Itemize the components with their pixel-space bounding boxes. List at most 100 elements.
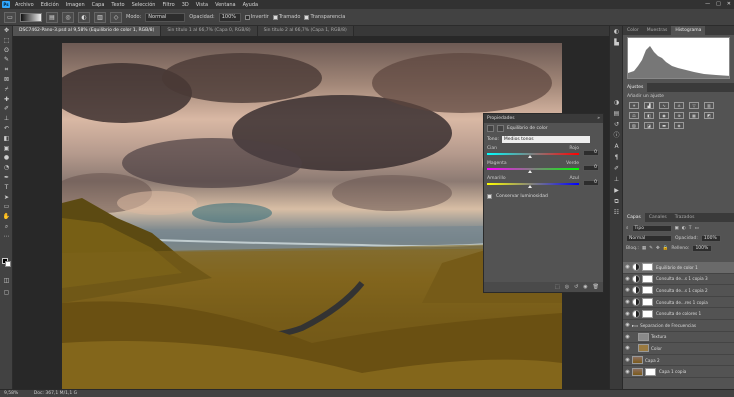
layer-mask-thumb[interactable] [642,274,653,283]
minimize-button[interactable]: — [705,1,710,7]
clip-to-layer-icon[interactable]: ⬚ [555,284,560,290]
paragraph-panel-icon[interactable]: ¶ [611,153,622,163]
layer-mask-thumb[interactable] [642,263,653,272]
mode-select[interactable]: Normal [145,12,186,22]
maximize-button[interactable]: □ [716,1,721,7]
yellow-blue-slider[interactable]: Amarillo Azul 0 [484,175,603,190]
layer-row[interactable]: ◉ Capa 2 [623,355,734,367]
layer-row[interactable]: ◉ Equilibrio de color 1 [623,262,734,274]
info-panel-icon[interactable]: ⓘ [611,131,622,141]
filter-shape-icon[interactable]: ▭ [694,226,698,231]
doc-tab-1[interactable]: DSC7462-Pano-3.psd al 9,58% (Equilibrio … [13,26,162,36]
invert-checkbox[interactable]: Invertir [244,14,269,20]
screen-mode-icon[interactable]: ▢ [0,288,13,298]
cyan-red-track[interactable] [487,153,579,155]
visibility-eye-icon[interactable]: ◉ [623,264,632,270]
visibility-eye-icon[interactable]: ◉ [623,287,632,293]
layer-filter-select[interactable]: Tipo [631,224,672,232]
threshold-icon[interactable]: ◪ [644,122,654,129]
healing-brush-tool-icon[interactable]: ✚ [0,95,13,105]
tab-histogram[interactable]: Histograma [671,26,706,35]
adjustments-panel-icon[interactable]: ◑ [611,98,622,108]
yellow-blue-thumb[interactable] [528,185,532,188]
color-swatches[interactable] [2,258,11,267]
dither-checkbox[interactable]: Tramado [272,14,300,20]
opacity-field[interactable]: 100% [218,12,241,22]
reset-icon[interactable]: ↺ [574,284,578,290]
magenta-green-thumb[interactable] [528,170,532,173]
tone-select[interactable]: Medios tonos [501,136,590,143]
history-panel-icon[interactable]: ↺ [611,120,622,130]
layer-row[interactable]: ◉ Consulta de colores 1 [623,308,734,320]
close-button[interactable]: ✕ [727,1,731,7]
actions-panel-icon[interactable]: ▶ [611,186,622,196]
angle-gradient-icon[interactable]: ◐ [78,11,90,23]
lasso-tool-icon[interactable]: ʘ [0,46,13,56]
background-color[interactable] [5,261,11,267]
move-tool-icon[interactable]: ✥ [0,26,13,36]
collapse-icon[interactable]: » [597,114,600,123]
eyedropper-tool-icon[interactable]: ⌿ [0,85,13,95]
layer-mask-thumb[interactable] [642,286,653,295]
gradient-tool-icon[interactable]: ▭ [4,11,16,23]
visibility-eye-icon[interactable]: ◉ [623,299,632,305]
eraser-tool-icon[interactable]: ◧ [0,134,13,144]
quick-mask-icon[interactable]: ◫ [0,276,13,286]
menu-texto[interactable]: Texto [111,2,124,8]
preserve-luminosity-row[interactable]: Conservar luminosidad [484,192,603,201]
visibility-eye-icon[interactable]: ◉ [623,334,632,340]
more-tools-icon[interactable]: ⋯ [0,232,13,242]
exposure-icon[interactable]: ± [674,102,684,109]
lock-position-icon[interactable]: ✥ [656,246,660,251]
black-white-icon[interactable]: ◧ [644,112,654,119]
filter-adjust-icon[interactable]: ◐ [682,226,686,231]
transparency-checkbox[interactable]: Transparencia [304,14,345,20]
invert-icon[interactable]: ◩ [704,112,714,119]
quick-select-tool-icon[interactable]: ✎ [0,55,13,65]
gradient-map-icon[interactable]: ▬ [659,122,669,129]
lock-transparency-icon[interactable]: ▦ [642,246,646,251]
color-balance-adj-icon[interactable]: ⚖ [629,112,639,119]
layer-mask-icon[interactable] [497,125,504,132]
menu-edicion[interactable]: Edición [41,2,59,8]
hand-tool-icon[interactable]: ✋ [0,212,13,222]
layer-row[interactable]: ◉ Textura [623,332,734,344]
magenta-green-track[interactable] [487,168,579,170]
brushes-panel-icon[interactable]: ✐ [611,164,622,174]
visibility-icon[interactable]: ◉ [583,284,587,290]
layer-mask-thumb[interactable] [642,298,653,307]
menu-ventana[interactable]: Ventana [215,2,236,8]
vibrance-icon[interactable]: ▽ [689,102,699,109]
pen-tool-icon[interactable]: ✒ [0,173,13,183]
preserve-check-icon[interactable] [487,194,492,199]
properties-header[interactable]: Propiedades » [484,114,603,123]
libraries-panel-icon[interactable]: ☷ [611,208,622,218]
frame-tool-icon[interactable]: ⊠ [0,75,13,85]
color-lookup-icon[interactable]: ▦ [689,112,699,119]
gradient-tool-icon[interactable]: ▣ [0,144,13,154]
doc-tab-3[interactable]: Sin título 2 al 66,7% (Capa 1, RGB/8) [257,26,354,36]
cyan-red-slider[interactable]: Cian Rojo 0 [484,145,603,160]
crop-tool-icon[interactable]: ⌗ [0,65,13,75]
hue-saturation-icon[interactable]: ▥ [704,102,714,109]
histogram-panel-icon[interactable]: ▙ [611,38,622,48]
tab-channels[interactable]: Canales [645,213,671,222]
brightness-contrast-icon[interactable]: ☀ [629,102,639,109]
tab-color[interactable]: Color [623,26,643,35]
zoom-tool-icon[interactable]: ⌕ [0,222,13,232]
layer-comps-icon[interactable]: ⧉ [611,197,622,207]
layer-row[interactable]: ◉ Capa 1 copia [623,366,734,378]
character-panel-icon[interactable]: A [611,142,622,152]
marquee-tool-icon[interactable]: ⬚ [0,36,13,46]
lock-all-icon[interactable]: 🔒 [663,246,669,251]
properties-panel-icon[interactable]: ▤ [611,109,622,119]
visibility-eye-icon[interactable]: ◉ [623,311,632,317]
type-tool-icon[interactable]: T [0,183,13,193]
menu-ayuda[interactable]: Ayuda [243,2,258,8]
reflected-gradient-icon[interactable]: ▥ [94,11,106,23]
layer-row[interactable]: ◉ Consulta de...res 1 copia [623,297,734,309]
selective-color-icon[interactable]: ◈ [674,122,684,129]
menu-imagen[interactable]: Imagen [66,2,85,8]
blend-mode-select[interactable]: Normal [626,234,672,242]
history-brush-tool-icon[interactable]: ↶ [0,124,13,134]
